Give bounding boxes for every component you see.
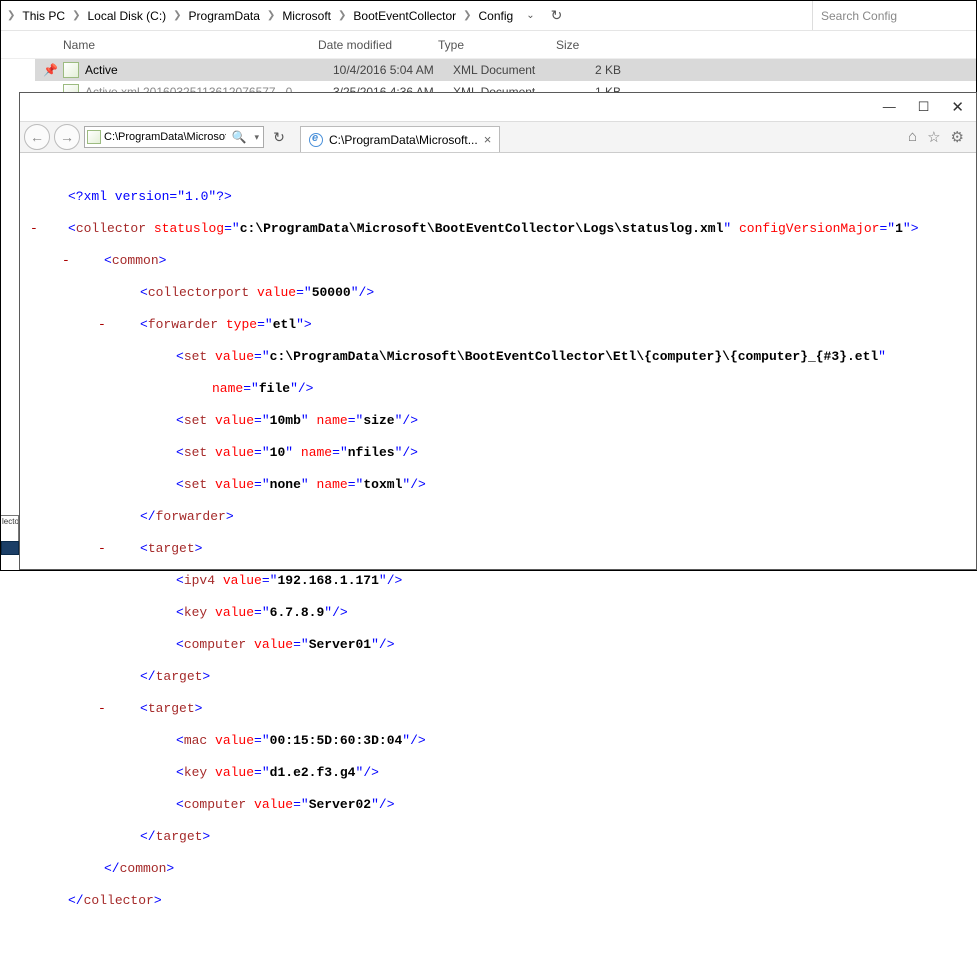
browser-tab[interactable]: C:\ProgramData\Microsoft... × [300,126,500,152]
breadcrumb-item[interactable]: Local Disk (C:) [84,7,169,25]
column-name[interactable]: Name [63,38,318,52]
tab-title: C:\ProgramData\Microsoft... [329,133,478,147]
column-headers: Name Date modified Type Size [1,31,976,59]
file-name: Active [85,63,333,77]
chevron-right-icon: ❯ [70,10,82,21]
chevron-right-icon: ❯ [171,10,183,21]
chevron-right-icon: ❯ [461,10,473,21]
explorer-window: ❯ This PC ❯ Local Disk (C:) ❯ ProgramDat… [1,1,976,96]
reload-button[interactable]: ↻ [268,129,290,146]
history-dropdown-icon[interactable]: ⌄ [522,10,538,21]
breadcrumb-item[interactable]: This PC [19,7,68,25]
file-row[interactable]: 📌 Active 10/4/2016 5:04 AM XML Document … [35,59,976,81]
ie-favicon-icon [309,133,323,147]
tools-icon[interactable]: ⚙ [951,128,964,146]
favorites-icon[interactable]: ☆ [927,128,940,146]
column-type[interactable]: Type [438,38,556,52]
chevron-right-icon: ❯ [265,10,277,21]
column-size[interactable]: Size [556,38,616,52]
search-placeholder: Search Config [821,9,897,23]
ie-toolbar: ← → C:\ProgramData\Microsoft\B 🔍 ▾ ↻ C:\… [20,121,976,153]
breadcrumb-item[interactable]: Microsoft [279,7,334,25]
title-bar[interactable]: — ☐ ✕ [20,93,976,121]
dropdown-icon[interactable]: ▾ [252,132,261,143]
file-size: 2 KB [571,63,631,77]
xml-prolog: <?xml version="1.0"?> [68,189,232,204]
refresh-icon[interactable]: ↻ [547,7,567,24]
column-date[interactable]: Date modified [318,38,438,52]
breadcrumb-item[interactable]: Config [476,7,517,25]
minimize-icon[interactable]: — [883,99,896,114]
file-type: XML Document [453,63,571,77]
address-text: C:\ProgramData\Microsoft\B [104,131,226,143]
xml-file-icon [63,62,79,78]
home-icon[interactable]: ⌂ [908,128,917,146]
ie-window: — ☐ ✕ ← → C:\ProgramData\Microsoft\B 🔍 ▾… [19,92,977,570]
xml-content: <?xml version="1.0"?> -<collector status… [20,153,976,953]
file-date: 10/4/2016 5:04 AM [333,63,453,77]
chevron-right-icon: ❯ [336,10,348,21]
address-bar[interactable]: C:\ProgramData\Microsoft\B 🔍 ▾ [84,126,264,148]
background-stub-bar [1,541,19,555]
search-icon[interactable]: 🔍 [229,130,250,144]
chevron-right-icon[interactable]: ❯ [5,10,17,21]
forward-button[interactable]: → [54,124,80,150]
maximize-icon[interactable]: ☐ [918,99,930,115]
tab-close-icon[interactable]: × [484,132,492,147]
breadcrumb[interactable]: ❯ This PC ❯ Local Disk (C:) ❯ ProgramDat… [1,1,976,31]
xml-file-icon [87,130,101,144]
pin-icon: 📌 [43,63,63,77]
close-icon[interactable]: ✕ [951,98,964,116]
breadcrumb-item[interactable]: BootEventCollector [350,7,459,25]
breadcrumb-item[interactable]: ProgramData [186,7,263,25]
back-button[interactable]: ← [24,124,50,150]
search-input[interactable]: Search Config [812,1,972,30]
